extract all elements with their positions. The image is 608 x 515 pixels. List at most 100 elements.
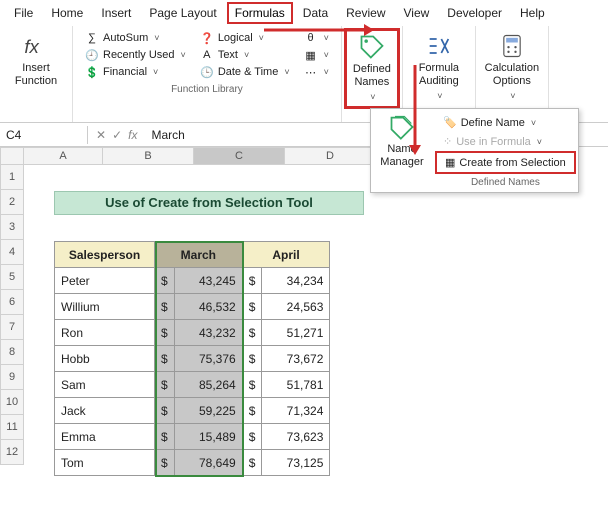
row-header-6[interactable]: 6 xyxy=(0,289,24,315)
menu-page-layout[interactable]: Page Layout xyxy=(141,2,224,24)
menu-review[interactable]: Review xyxy=(338,2,393,24)
row-header-2[interactable]: 2 xyxy=(0,189,24,215)
april-value[interactable]: 24,563 xyxy=(262,294,330,320)
row-header-7[interactable]: 7 xyxy=(0,314,24,340)
table-body: Peter$43,245$34,234Willium$46,532$24,563… xyxy=(55,268,330,476)
march-value[interactable]: 46,532 xyxy=(174,294,242,320)
theta-icon: θ xyxy=(304,31,318,45)
row-header-4[interactable]: 4 xyxy=(0,239,24,265)
march-value[interactable]: 43,245 xyxy=(174,268,242,294)
name[interactable]: Jack xyxy=(55,398,155,424)
col-header-D[interactable]: D xyxy=(284,147,376,165)
table-row: Sam$85,264$51,781 xyxy=(55,372,330,398)
april-value[interactable]: 73,125 xyxy=(262,450,330,476)
chevron-down-icon: ˅ xyxy=(324,67,329,77)
name-box[interactable]: C4 xyxy=(0,126,88,144)
name-manager-button[interactable]: Name Manager xyxy=(371,109,433,173)
define-name-item[interactable]: 🏷️Define Name˅ xyxy=(435,113,576,132)
title-cell[interactable]: Use of Create from Selection Tool xyxy=(54,191,364,215)
menu-insert[interactable]: Insert xyxy=(93,2,139,24)
currency-april[interactable]: $ xyxy=(242,346,262,372)
create-from-selection-item[interactable]: ▦Create from Selection xyxy=(435,151,576,174)
col-header-B[interactable]: B xyxy=(102,147,194,165)
april-value[interactable]: 71,324 xyxy=(262,398,330,424)
menu-help[interactable]: Help xyxy=(512,2,553,24)
currency-march[interactable]: $ xyxy=(155,398,175,424)
more-functions-button[interactable]: θ˅ xyxy=(300,30,333,46)
name[interactable]: Emma xyxy=(55,424,155,450)
name[interactable]: Sam xyxy=(55,372,155,398)
currency-march[interactable]: $ xyxy=(155,372,175,398)
march-value[interactable]: 59,225 xyxy=(174,398,242,424)
table-header-row: SalespersonMarchApril xyxy=(55,242,330,268)
formula-auditing-button[interactable]: Formula Auditing˅ xyxy=(411,30,467,105)
chevron-down-icon: ˅ xyxy=(244,50,249,60)
col-header-A[interactable]: A xyxy=(23,147,103,165)
march-value[interactable]: 85,264 xyxy=(174,372,242,398)
defined-names-button[interactable]: Defined Names˅ xyxy=(344,28,400,109)
menu-data[interactable]: Data xyxy=(295,2,336,24)
currency-april[interactable]: $ xyxy=(242,398,262,424)
name[interactable]: Ron xyxy=(55,320,155,346)
name[interactable]: Peter xyxy=(55,268,155,294)
menu-developer[interactable]: Developer xyxy=(439,2,510,24)
recently-used-button[interactable]: 🕘Recently Used˅ xyxy=(81,47,190,63)
chevron-down-icon: ˅ xyxy=(510,90,515,103)
currency-march[interactable]: $ xyxy=(155,294,175,320)
menu-file[interactable]: File xyxy=(6,2,41,24)
row-header-12[interactable]: 12 xyxy=(0,439,24,465)
row-header-8[interactable]: 8 xyxy=(0,339,24,365)
april-value[interactable]: 51,781 xyxy=(262,372,330,398)
april-value[interactable]: 73,672 xyxy=(262,346,330,372)
april-value[interactable]: 34,234 xyxy=(262,268,330,294)
currency-april[interactable]: $ xyxy=(242,320,262,346)
insert-function-button[interactable]: fx Insert Function xyxy=(8,30,64,90)
march-value[interactable]: 75,376 xyxy=(174,346,242,372)
march-value[interactable]: 43,232 xyxy=(174,320,242,346)
more-functions-button-3[interactable]: ⋯˅ xyxy=(300,64,333,80)
april-value[interactable]: 51,271 xyxy=(262,320,330,346)
text-button[interactable]: AText˅ xyxy=(196,47,294,63)
header-salesperson[interactable]: Salesperson xyxy=(55,242,155,268)
row-header-11[interactable]: 11 xyxy=(0,414,24,440)
row-header-1[interactable]: 1 xyxy=(0,164,24,190)
currency-march[interactable]: $ xyxy=(155,320,175,346)
header-march[interactable]: March xyxy=(155,242,243,268)
currency-april[interactable]: $ xyxy=(242,424,262,450)
name[interactable]: Hobb xyxy=(55,346,155,372)
currency-march[interactable]: $ xyxy=(155,268,175,294)
financial-button[interactable]: 💲Financial˅ xyxy=(81,64,190,80)
row-header-3[interactable]: 3 xyxy=(0,214,24,240)
name[interactable]: Willium xyxy=(55,294,155,320)
header-april[interactable]: April xyxy=(242,242,330,268)
datetime-button[interactable]: 🕒Date & Time˅ xyxy=(196,64,294,80)
row-header-5[interactable]: 5 xyxy=(0,264,24,290)
name[interactable]: Tom xyxy=(55,450,155,476)
currency-april[interactable]: $ xyxy=(242,268,262,294)
select-all-corner[interactable] xyxy=(0,147,24,165)
defined-names-popup: Name Manager 🏷️Define Name˅ ⁘Use in Form… xyxy=(370,108,579,193)
autosum-button[interactable]: ∑AutoSum˅ xyxy=(81,30,190,46)
currency-april[interactable]: $ xyxy=(242,372,262,398)
cancel-icon[interactable]: ✕ xyxy=(96,128,106,142)
row-header-10[interactable]: 10 xyxy=(0,389,24,415)
currency-march[interactable]: $ xyxy=(155,346,175,372)
calculation-options-button[interactable]: Calculation Options˅ xyxy=(484,30,540,105)
menu-view[interactable]: View xyxy=(396,2,438,24)
more-functions-button-2[interactable]: ▦˅ xyxy=(300,47,333,63)
march-value[interactable]: 15,489 xyxy=(174,424,242,450)
march-value[interactable]: 78,649 xyxy=(174,450,242,476)
col-header-C[interactable]: C xyxy=(193,147,285,165)
menu-home[interactable]: Home xyxy=(43,2,91,24)
currency-april[interactable]: $ xyxy=(242,294,262,320)
menu-formulas[interactable]: Formulas xyxy=(227,2,293,24)
enter-icon[interactable]: ✓ xyxy=(112,128,122,142)
currency-march[interactable]: $ xyxy=(155,424,175,450)
april-value[interactable]: 73,623 xyxy=(262,424,330,450)
currency-april[interactable]: $ xyxy=(242,450,262,476)
chevron-down-icon: ˅ xyxy=(181,50,186,60)
currency-march[interactable]: $ xyxy=(155,450,175,476)
fx-icon[interactable]: fx xyxy=(128,128,137,142)
row-header-9[interactable]: 9 xyxy=(0,364,24,390)
logical-button[interactable]: ❓Logical˅ xyxy=(196,30,294,46)
